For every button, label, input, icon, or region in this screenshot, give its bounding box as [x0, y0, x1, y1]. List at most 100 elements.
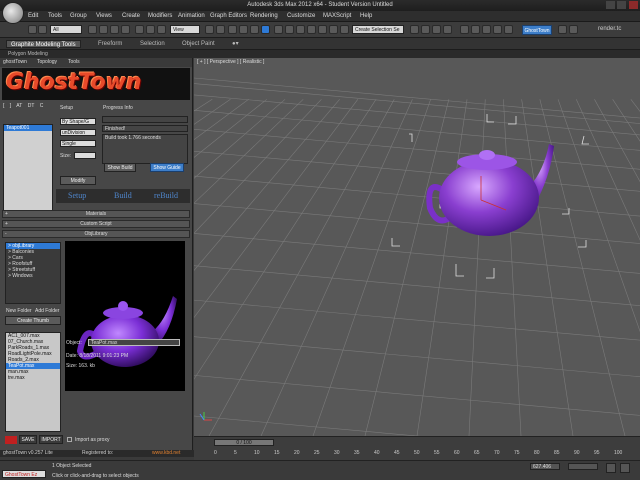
snap-icon[interactable]: [228, 25, 237, 34]
custom-tool-4-icon[interactable]: [493, 25, 502, 34]
ribbon-options-icon[interactable]: ●▾: [232, 40, 239, 48]
tab-freeform[interactable]: Freeform: [98, 40, 122, 48]
close-icon[interactable]: [629, 1, 638, 9]
maxscript-listener[interactable]: GhostTown Ez: [2, 470, 46, 478]
file-list[interactable]: AC1_007.max 07_Church.max ParkRoads_1.max R…: [5, 332, 61, 432]
import-button[interactable]: IMPORT: [39, 435, 63, 444]
tab-rebuild[interactable]: reBuild: [154, 191, 178, 200]
menu-topology[interactable]: Topology: [37, 59, 57, 65]
menu-customize[interactable]: Customize: [287, 13, 315, 19]
percent-snap-icon[interactable]: [250, 25, 259, 34]
timeline-ticks[interactable]: 0 5 10 15 20 25 30 35 40 45 50 55 60 65 70 75 80 85 90 95 10…: [214, 448, 634, 458]
website-link[interactable]: www.kbd.net: [152, 450, 180, 456]
tab-build[interactable]: Build: [114, 191, 132, 200]
spinner-snap-icon[interactable]: [261, 25, 270, 34]
move-icon[interactable]: [135, 25, 144, 34]
layer-icon[interactable]: [307, 25, 316, 34]
undo-icon[interactable]: [28, 25, 37, 34]
division-dropdown[interactable]: unDivision: [60, 129, 96, 136]
menu-graph-editors[interactable]: Graph Editors: [210, 13, 247, 19]
tab-graphite-modeling-tools[interactable]: Graphite Modeling Tools: [6, 40, 81, 48]
rollout-materials[interactable]: + Materials: [2, 210, 190, 218]
y-coord-field[interactable]: [568, 463, 598, 470]
graphite-icon[interactable]: [318, 25, 327, 34]
named-selection-dropdown[interactable]: Create Selection Se: [352, 25, 404, 34]
mini-icon-at[interactable]: AT: [16, 103, 22, 109]
ghosttown-button[interactable]: GhostTown: [522, 25, 552, 35]
menu-rendering[interactable]: Rendering: [250, 13, 278, 19]
tool-icon[interactable]: [569, 25, 578, 34]
object-list[interactable]: Teapot001: [3, 124, 53, 216]
tab-selection[interactable]: Selection: [140, 40, 165, 48]
ref-coord-dropdown[interactable]: View: [170, 25, 200, 34]
menu-tools[interactable]: Tools: [48, 13, 62, 19]
tool-icon[interactable]: [558, 25, 567, 34]
menu-maxscript[interactable]: MAXScript: [323, 13, 351, 19]
tab-object-paint[interactable]: Object Paint: [182, 40, 215, 48]
material-editor-icon[interactable]: [410, 25, 419, 34]
menu-help[interactable]: Help: [360, 13, 372, 19]
menu-edit[interactable]: Edit: [28, 13, 38, 19]
mini-icon-c[interactable]: C: [40, 103, 44, 109]
create-thumb-button[interactable]: Create Thumb: [5, 316, 61, 325]
maximize-icon[interactable]: [617, 1, 627, 9]
show-guide-button[interactable]: Show Guide: [150, 163, 184, 172]
time-slider[interactable]: 0 / 100: [214, 439, 274, 446]
rotate-icon[interactable]: [146, 25, 155, 34]
polygon-modeling-label[interactable]: Polygon Modeling: [8, 50, 48, 58]
tab-setup[interactable]: Setup: [68, 191, 86, 200]
mode-dropdown[interactable]: Single: [60, 140, 96, 147]
render-icon[interactable]: [443, 25, 452, 34]
show-build-button[interactable]: Show Build: [104, 163, 136, 172]
render-frame-icon[interactable]: [432, 25, 441, 34]
rollout-custom-script[interactable]: + Custom Script: [2, 220, 190, 228]
render-setup-icon[interactable]: [421, 25, 430, 34]
delete-icon[interactable]: [5, 436, 17, 444]
custom-tool-2-icon[interactable]: [471, 25, 480, 34]
import-proxy-checkbox[interactable]: [67, 437, 72, 442]
file-list-item[interactable]: tre.max: [6, 375, 60, 381]
add-folder-button[interactable]: Add Folder: [35, 308, 59, 314]
new-folder-button[interactable]: New Folder: [6, 308, 32, 314]
custom-tool-5-icon[interactable]: [504, 25, 513, 34]
nav-icon[interactable]: [620, 463, 630, 473]
save-button[interactable]: SAVE: [19, 435, 37, 444]
menu-views[interactable]: Views: [96, 13, 112, 19]
mini-icon-2[interactable]: ]: [10, 103, 11, 109]
rect-select-icon[interactable]: [110, 25, 119, 34]
modify-button[interactable]: Modify: [60, 176, 96, 185]
minimize-icon[interactable]: [605, 1, 615, 9]
perspective-viewport[interactable]: [ + ] [ Perspective ] [ Realistic ]: [194, 58, 640, 436]
selection-filter-dropdown[interactable]: All: [50, 25, 82, 34]
app-logo-icon[interactable]: [2, 2, 24, 24]
select-by-name-icon[interactable]: [99, 25, 108, 34]
x-coord-field[interactable]: 627.406: [530, 463, 560, 470]
window-crossing-icon[interactable]: [121, 25, 130, 34]
redo-icon[interactable]: [38, 25, 47, 34]
menu-modifiers[interactable]: Modifiers: [148, 13, 172, 19]
edit-named-sel-icon[interactable]: [274, 25, 283, 34]
pivot-icon[interactable]: [205, 25, 214, 34]
rollout-objlibrary[interactable]: - ObjLibrary: [2, 230, 190, 238]
mini-icon-1[interactable]: [: [3, 103, 4, 109]
list-item[interactable]: > Windows: [6, 273, 60, 279]
curve-editor-icon[interactable]: [329, 25, 338, 34]
key-icon[interactable]: [606, 463, 616, 473]
menu-group[interactable]: Group: [70, 13, 87, 19]
list-item[interactable]: Teapot001: [4, 125, 52, 131]
menu-create[interactable]: Create: [122, 13, 140, 19]
custom-tool-1-icon[interactable]: [460, 25, 469, 34]
library-tree[interactable]: > objLibrary > Balconies > Cars > Roofst…: [5, 242, 61, 304]
custom-tool-3-icon[interactable]: [482, 25, 491, 34]
select-icon[interactable]: [88, 25, 97, 34]
menu-animation[interactable]: Animation: [178, 13, 205, 19]
mirror-icon[interactable]: [216, 25, 225, 34]
size-spinner[interactable]: [74, 152, 96, 159]
by-shape-dropdown[interactable]: By Shape/G: [60, 118, 96, 125]
menu-tools-gt[interactable]: Tools: [68, 59, 80, 65]
scale-icon[interactable]: [157, 25, 166, 34]
schematic-icon[interactable]: [340, 25, 349, 34]
angle-snap-icon[interactable]: [239, 25, 248, 34]
object-field[interactable]: TeaPot.max: [88, 339, 180, 346]
menu-ghosttown[interactable]: ghostTown: [3, 59, 27, 65]
